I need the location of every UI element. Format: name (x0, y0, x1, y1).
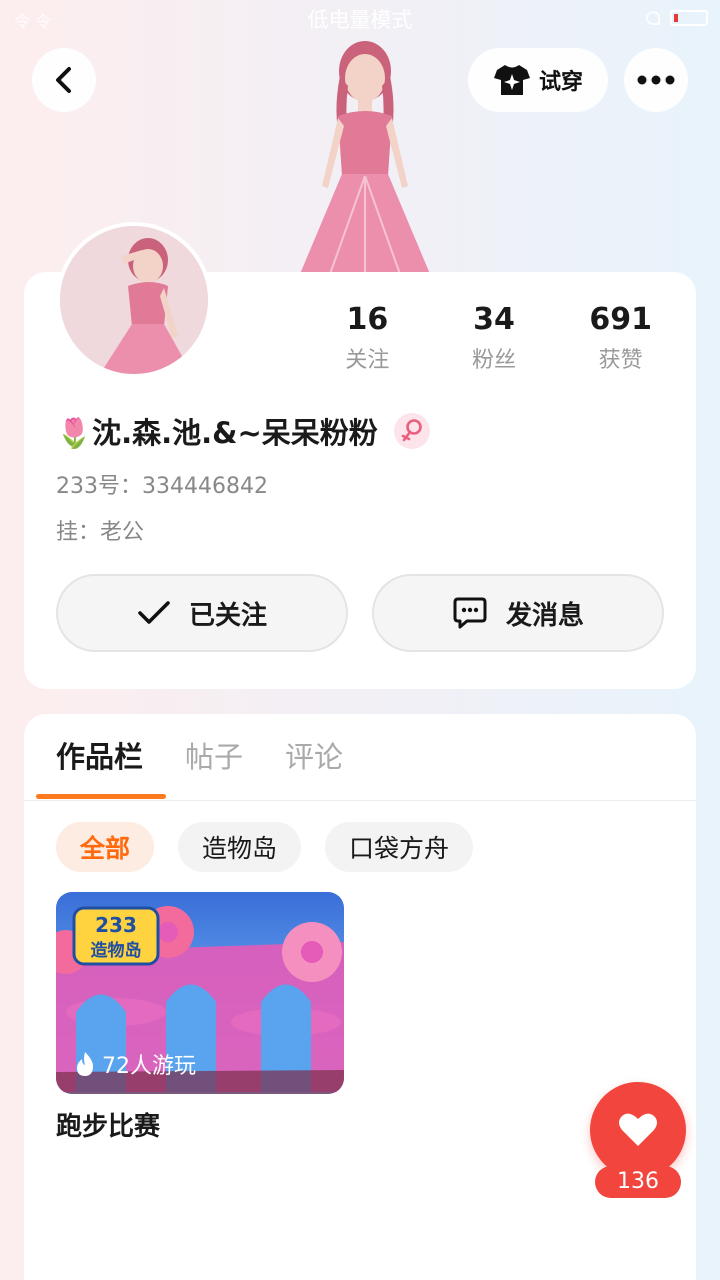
signal-icon (646, 11, 660, 25)
profile-stats: 16 关注 34 粉丝 691 获赞 (304, 300, 684, 374)
status-indicators (646, 10, 708, 26)
status-bar: 令 令 低电量模式 (0, 0, 720, 36)
user-tag: 挂：老公 (56, 520, 145, 545)
try-on-label: 试穿 (538, 70, 583, 95)
like-button[interactable] (590, 1082, 686, 1178)
players-count: 72人游玩 (102, 1054, 196, 1079)
stat-value: 691 (589, 302, 652, 337)
tab-works[interactable]: 作品栏 (56, 734, 143, 776)
stat-value: 34 (473, 302, 515, 337)
filter-chip-pocket-ark[interactable]: 口袋方舟 (325, 822, 474, 872)
game-card[interactable]: 233 造物岛 72人游玩 跑步比赛 (56, 892, 344, 1143)
stat-label: 关注 (345, 348, 390, 373)
send-message-button[interactable]: 发消息 (372, 574, 664, 652)
tab-posts[interactable]: 帖子 (185, 734, 243, 776)
action-buttons: 已关注 发消息 (56, 574, 664, 652)
logo-number: 233 (95, 913, 137, 937)
username: 🌷沈.森.池.&~呆呆粉粉 (56, 416, 378, 450)
stat-likes[interactable]: 691 获赞 (557, 300, 684, 374)
like-count: 136 (595, 1166, 681, 1198)
filter-chip-all[interactable]: 全部 (56, 822, 155, 872)
game-thumbnail[interactable]: 233 造物岛 72人游玩 (56, 892, 344, 1094)
stat-label: 获赞 (598, 348, 643, 373)
stat-followers[interactable]: 34 粉丝 (431, 300, 558, 374)
filter-chips: 全部 造物岛 口袋方舟 (56, 822, 474, 872)
back-button[interactable] (32, 48, 96, 112)
active-tab-indicator (36, 794, 166, 799)
more-dots-icon (637, 75, 675, 85)
works-card: 作品栏 帖子 评论 全部 造物岛 口袋方舟 233 造物岛 72人游玩 跑步比赛 (24, 714, 696, 1280)
game-title: 跑步比赛 (56, 1112, 161, 1142)
stat-label: 粉丝 (472, 348, 517, 373)
followed-label: 已关注 (188, 600, 267, 631)
tabs-divider (24, 800, 696, 801)
more-options-button[interactable] (624, 48, 688, 112)
creation-island-logo: 233 造物岛 (72, 906, 160, 966)
stat-following[interactable]: 16 关注 (304, 300, 431, 374)
female-gender-icon (393, 413, 430, 449)
tab-comments[interactable]: 评论 (285, 734, 343, 776)
tshirt-sparkle-icon (493, 65, 530, 95)
profile-avatar[interactable] (56, 222, 212, 378)
chat-bubble-icon (453, 597, 487, 629)
content-tabs: 作品栏 帖子 评论 (56, 734, 343, 776)
filter-chip-creation-island[interactable]: 造物岛 (178, 822, 302, 872)
checkmark-icon (138, 601, 170, 624)
followed-button[interactable]: 已关注 (56, 574, 348, 652)
battery-icon (670, 10, 708, 26)
players-stat: 72人游玩 (74, 1048, 196, 1080)
send-message-label: 发消息 (505, 600, 584, 631)
username-row: 🌷沈.森.池.&~呆呆粉粉 (56, 410, 430, 452)
stat-value: 16 (346, 302, 389, 337)
user-id: 233号：334446842 (56, 474, 268, 499)
hero-avatar-figure (270, 36, 460, 276)
logo-name: 造物岛 (91, 940, 142, 961)
heart-icon (619, 1113, 657, 1146)
chevron-left-icon (56, 67, 71, 93)
status-mode-text: 低电量模式 (307, 8, 413, 32)
try-on-button[interactable]: 试穿 (468, 48, 608, 112)
flame-icon (77, 1052, 94, 1076)
